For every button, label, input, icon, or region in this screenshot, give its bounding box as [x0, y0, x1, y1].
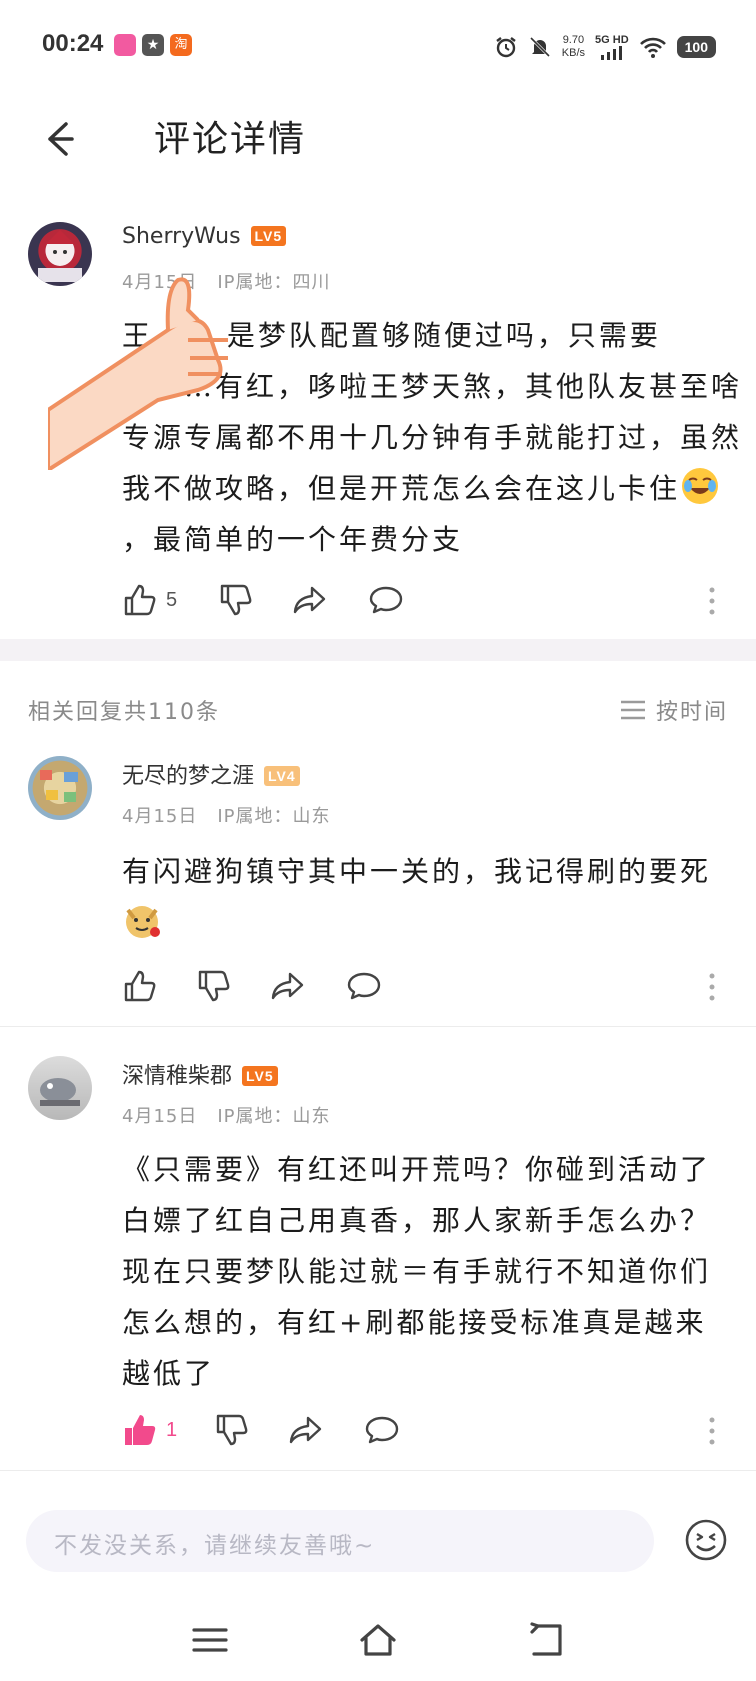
like-button[interactable]: 1 — [122, 1412, 177, 1448]
reply-button[interactable] — [346, 968, 382, 1004]
app-icon-pink — [114, 34, 136, 56]
network-speed: 9.70 KB/s — [561, 34, 586, 59]
reply-meta: 4月15日 IP属地：山东 — [122, 1102, 331, 1128]
doge-rose-emoji — [126, 906, 160, 938]
reply-text: 《只需要》有红还叫开荒吗？你碰到活动了白嫖了红自己用真香，那人家新手怎么办？现在… — [122, 1153, 712, 1390]
reply-button[interactable] — [364, 1412, 400, 1448]
alarm-icon — [496, 37, 516, 58]
status-right: 9.70 KB/s 5G HD 100 — [494, 30, 716, 64]
thumbs-up-icon — [124, 970, 156, 1002]
sort-toggle[interactable]: 按时间 — [620, 694, 728, 726]
level-badge: LV4 — [264, 766, 300, 786]
comment-bubble-icon — [347, 972, 381, 1000]
dislike-button[interactable] — [196, 968, 232, 1004]
thumbs-up-icon — [124, 584, 156, 616]
comment-input-placeholder: 不发没关系，请继续友善哦~ — [54, 1533, 376, 1559]
thumbs-up-sticker — [48, 277, 228, 470]
status-bar: 00:24 ★ 淘 9.70 KB/s 5G HD 100 — [0, 0, 756, 96]
comment-bubble-icon — [369, 586, 403, 614]
like-button[interactable] — [122, 968, 158, 1004]
more-options-icon[interactable] — [708, 1416, 716, 1446]
comment-username[interactable]: SherryWus LV5 — [122, 224, 287, 249]
dislike-button[interactable] — [218, 582, 254, 618]
reply-actions: 1 — [0, 1412, 756, 1452]
menu-icon[interactable] — [190, 1620, 230, 1660]
more-options-icon[interactable] — [708, 972, 716, 1002]
share-icon — [293, 586, 326, 614]
reply-username[interactable]: 深情稚柴郡 LV5 — [122, 1058, 278, 1090]
comment-actions: 5 — [0, 582, 756, 622]
section-divider — [0, 639, 756, 661]
signal-icon — [600, 46, 622, 60]
reply-username[interactable]: 无尽的梦之涯 LV4 — [122, 758, 300, 790]
back-nav-icon[interactable] — [526, 1620, 566, 1660]
reply-actions — [0, 968, 756, 1008]
sort-label: 按时间 — [655, 700, 728, 725]
dislike-button[interactable] — [214, 1412, 250, 1448]
avatar-art — [40, 1078, 80, 1106]
avatar-art — [40, 770, 78, 802]
signal-block: 5G HD — [595, 34, 629, 60]
share-icon — [271, 972, 304, 1000]
back-arrow-icon[interactable] — [36, 114, 86, 164]
system-nav-bar — [0, 1600, 756, 1681]
comment-bubble-icon — [365, 1416, 399, 1444]
avatar[interactable] — [28, 1056, 92, 1120]
comment-input[interactable]: 不发没关系，请继续友善哦~ — [26, 1510, 654, 1572]
reply-divider — [0, 1026, 756, 1027]
home-icon[interactable] — [358, 1620, 398, 1660]
reply-button[interactable] — [368, 582, 404, 618]
reply-date: 4月15日 — [122, 1106, 198, 1127]
wifi-icon — [639, 37, 666, 58]
reply-text: 有闪避狗镇守其中一关的，我记得刷的要死 — [122, 846, 732, 948]
level-badge: LV5 — [250, 226, 287, 246]
share-button[interactable] — [270, 968, 306, 1004]
share-button[interactable] — [288, 1412, 324, 1448]
battery-icon: 100 — [676, 36, 716, 58]
share-icon — [289, 1416, 322, 1444]
like-count: 1 — [166, 1418, 178, 1441]
mute-icon — [529, 36, 550, 58]
avatar[interactable] — [28, 756, 92, 820]
thumbs-down-icon — [220, 584, 252, 616]
laughing-crying-emoji — [682, 468, 719, 504]
app-icon-taobao: 淘 — [170, 34, 192, 56]
reply-divider — [0, 1470, 756, 1471]
like-count: 5 — [166, 588, 178, 611]
reply-ip: IP属地：山东 — [217, 806, 331, 827]
emoji-picker-icon[interactable] — [684, 1518, 728, 1562]
reply-meta: 4月15日 IP属地：山东 — [122, 802, 331, 828]
level-badge: LV5 — [242, 1066, 278, 1086]
sort-lines-icon — [620, 700, 645, 720]
reply-ip: IP属地：山东 — [217, 1106, 331, 1127]
more-options-icon[interactable] — [708, 586, 716, 616]
app-icon-star: ★ — [142, 34, 164, 56]
like-button[interactable]: 5 — [122, 582, 177, 618]
thumbs-up-filled-icon — [125, 1415, 156, 1445]
thumbs-down-icon — [198, 970, 230, 1002]
page-header: 评论详情 — [0, 96, 756, 196]
reply-date: 4月15日 — [122, 806, 198, 827]
status-time: 00:24 — [42, 30, 104, 57]
page-title: 评论详情 — [154, 119, 307, 160]
network-type: 5G HD — [595, 34, 629, 46]
thumbs-down-icon — [216, 1414, 248, 1446]
share-button[interactable] — [292, 582, 328, 618]
replies-count: 相关回复共110条 — [28, 700, 220, 725]
